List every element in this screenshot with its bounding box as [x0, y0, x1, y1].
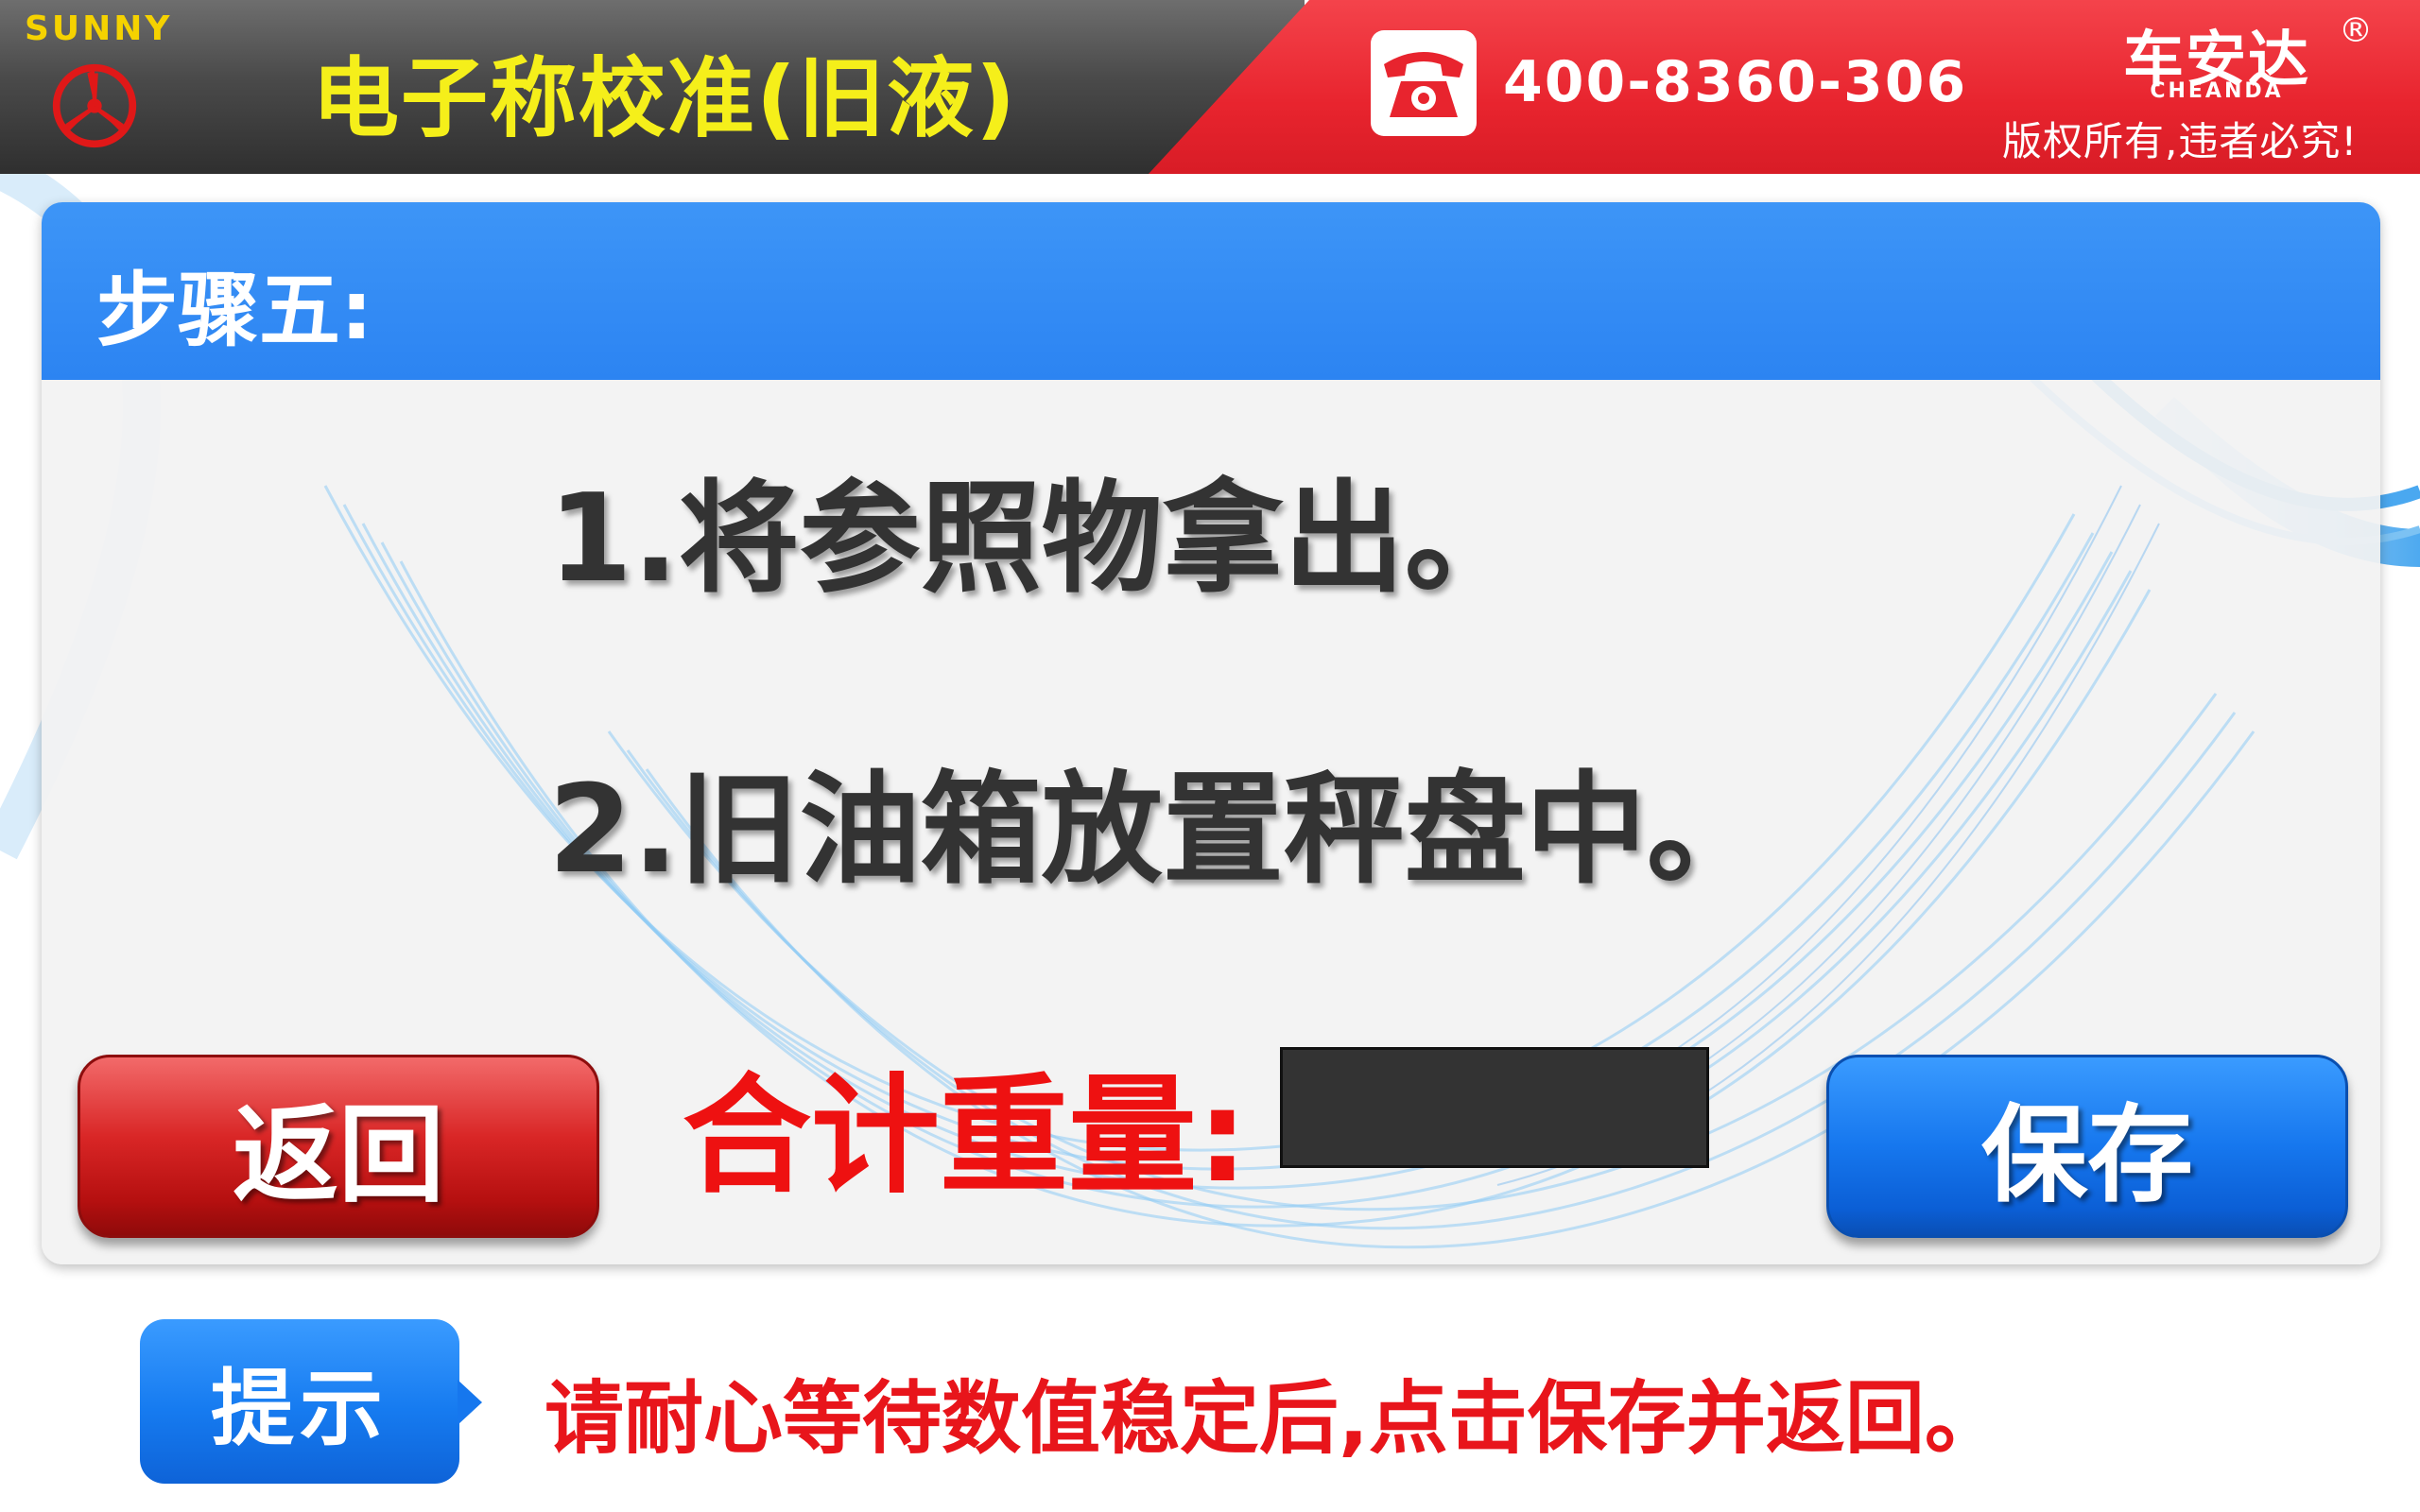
- back-button[interactable]: 返回: [78, 1055, 599, 1238]
- total-weight-display: [1280, 1047, 1709, 1168]
- save-button[interactable]: 保存: [1826, 1055, 2348, 1238]
- registered-mark: ®: [2339, 11, 2373, 50]
- brand-sunny-text: SUNNY: [25, 9, 173, 48]
- step-header: 步骤五:: [42, 202, 2380, 380]
- instruction-step-2: 2.旧油箱放置秤盘中。: [548, 760, 1768, 901]
- step-title: 步骤五:: [96, 264, 373, 358]
- brand-cheanda-subtitle: CHEANDA: [2150, 79, 2284, 103]
- copyright-notice: 版权所有,违者必究!: [2002, 118, 2359, 164]
- header-bar: SUNNY 电子称校准(旧液) 400-8360-306 车安达 ® CHEAN…: [0, 0, 2420, 174]
- hotline-number: 400-8360-306: [1503, 49, 1968, 115]
- save-button-label: 保存: [1981, 1094, 2193, 1217]
- hint-message: 请耐心等待数值稳定后,点击保存并返回。: [544, 1372, 2004, 1465]
- sunny-logo-icon: [52, 63, 137, 148]
- back-button-label: 返回: [233, 1094, 444, 1217]
- page-title: 电子称校准(旧液): [312, 48, 1018, 149]
- instruction-step-1: 1.将参照物拿出。: [548, 469, 1526, 610]
- hint-badge: 提示: [140, 1319, 482, 1484]
- telephone-icon-box: [1371, 30, 1477, 136]
- hint-label: 提示: [210, 1359, 389, 1457]
- total-weight-label: 合计重量:: [683, 1062, 1249, 1211]
- telephone-icon: [1384, 52, 1463, 117]
- step-panel: 步骤五: 1.将参照物拿出。 2.旧油箱放置秤盘中。 返回 合计重量: 保存: [42, 202, 2380, 1264]
